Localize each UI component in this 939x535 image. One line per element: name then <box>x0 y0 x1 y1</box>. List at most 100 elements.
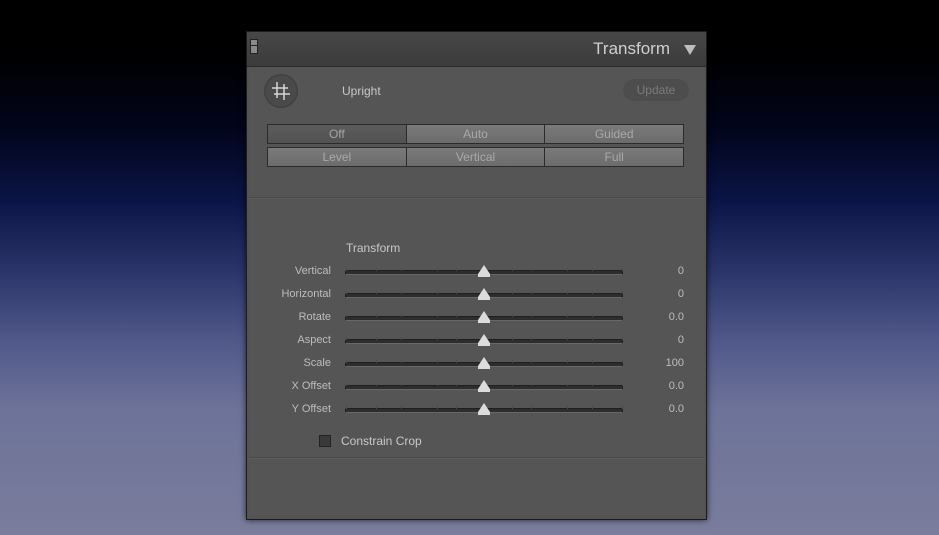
slider-tick <box>437 314 439 317</box>
slider-tick <box>437 268 439 271</box>
upright-mode-buttons: Off Auto Guided Level Vertical Full <box>267 124 685 170</box>
slider-tick <box>591 337 593 340</box>
slider-track[interactable] <box>345 357 623 369</box>
upright-off-button[interactable]: Off <box>267 124 406 144</box>
panel-handle-icon[interactable] <box>250 39 258 54</box>
slider-track[interactable] <box>345 311 623 323</box>
slider-tick <box>401 268 403 271</box>
slider-row: Vertical 0 <box>249 262 704 284</box>
triangle-down-icon[interactable] <box>684 45 696 55</box>
slider-tick <box>566 314 568 317</box>
slider-value[interactable]: 0 <box>678 288 684 300</box>
slider-thumb[interactable] <box>478 380 490 392</box>
slider-value[interactable]: 100 <box>666 357 684 369</box>
slider-tick <box>622 314 623 317</box>
slider-tick <box>376 268 378 271</box>
slider-tick <box>566 360 568 363</box>
slider-tick <box>376 406 378 409</box>
slider-tick <box>566 337 568 340</box>
slider-value[interactable]: 0.0 <box>669 311 684 323</box>
slider-tick <box>530 337 532 340</box>
slider-tick <box>376 337 378 340</box>
slider-tick <box>346 314 347 317</box>
transform-panel: Transform Upright Update Off Auto Guided <box>246 31 707 520</box>
slider-thumb[interactable] <box>478 403 490 415</box>
slider-tick <box>401 360 403 363</box>
panel-body: Upright Update Off Auto Guided Level Ver… <box>249 67 704 517</box>
slider-track[interactable] <box>345 334 623 346</box>
slider-row: Y Offset 0.0 <box>249 400 704 422</box>
slider-tick <box>456 383 458 386</box>
slider-tick <box>346 360 347 363</box>
slider-thumb[interactable] <box>478 288 490 300</box>
slider-tick <box>591 291 593 294</box>
slider-track[interactable] <box>345 265 623 277</box>
slider-label: X Offset <box>291 380 331 392</box>
slider-tick <box>437 337 439 340</box>
slider-tick <box>511 360 513 363</box>
slider-tick <box>346 406 347 409</box>
panel-title: Transform <box>593 39 670 58</box>
slider-value[interactable]: 0 <box>678 265 684 277</box>
slider-tick <box>511 337 513 340</box>
slider-tick <box>376 383 378 386</box>
slider-tick <box>622 406 623 409</box>
upright-auto-button[interactable]: Auto <box>405 124 545 144</box>
slider-thumb[interactable] <box>478 311 490 323</box>
slider-track[interactable] <box>345 288 623 300</box>
upright-vertical-button[interactable]: Vertical <box>405 147 545 167</box>
slider-tick <box>437 406 439 409</box>
slider-tick <box>591 383 593 386</box>
crop-tool-button[interactable] <box>264 74 298 108</box>
upright-level-button[interactable]: Level <box>267 147 406 167</box>
slider-tick <box>401 337 403 340</box>
slider-tick <box>376 314 378 317</box>
constrain-crop-checkbox[interactable] <box>319 435 331 447</box>
constrain-crop-control[interactable]: Constrain Crop <box>319 434 422 448</box>
slider-tick <box>346 383 347 386</box>
slider-thumb[interactable] <box>478 265 490 277</box>
slider-label: Scale <box>303 357 331 369</box>
update-button[interactable]: Update <box>623 79 689 101</box>
section-divider <box>249 197 704 199</box>
slider-tick <box>511 406 513 409</box>
slider-tick <box>511 383 513 386</box>
slider-value[interactable]: 0.0 <box>669 403 684 415</box>
slider-tick <box>511 314 513 317</box>
slider-tick <box>456 337 458 340</box>
slider-tick <box>456 314 458 317</box>
slider-tick <box>511 268 513 271</box>
slider-tick <box>437 360 439 363</box>
slider-tick <box>591 268 593 271</box>
panel-header[interactable]: Transform <box>247 32 706 67</box>
slider-tick <box>622 291 623 294</box>
slider-label: Rotate <box>298 311 331 323</box>
upright-label: Upright <box>342 84 381 98</box>
slider-tick <box>346 291 347 294</box>
constrain-crop-label: Constrain Crop <box>341 434 422 448</box>
transform-section-title: Transform <box>346 241 401 255</box>
crop-grid-icon <box>272 82 290 100</box>
slider-track[interactable] <box>345 403 623 415</box>
slider-tick <box>591 314 593 317</box>
upright-full-button[interactable]: Full <box>544 147 685 167</box>
slider-value[interactable]: 0.0 <box>669 380 684 392</box>
upright-guided-button[interactable]: Guided <box>544 124 685 144</box>
slider-tick <box>591 360 593 363</box>
slider-tick <box>530 406 532 409</box>
slider-tick <box>530 291 532 294</box>
section-divider <box>249 457 704 459</box>
slider-value[interactable]: 0 <box>678 334 684 346</box>
slider-tick <box>456 406 458 409</box>
slider-track[interactable] <box>345 380 623 392</box>
upright-mode-row: Off Auto Guided <box>267 124 685 144</box>
slider-label: Y Offset <box>291 403 331 415</box>
slider-thumb[interactable] <box>478 334 490 346</box>
slider-thumb[interactable] <box>478 357 490 369</box>
slider-row: Scale 100 <box>249 354 704 376</box>
slider-label: Horizontal <box>281 288 331 300</box>
slider-tick <box>591 406 593 409</box>
slider-tick <box>437 291 439 294</box>
slider-tick <box>346 337 347 340</box>
slider-tick <box>622 268 623 271</box>
